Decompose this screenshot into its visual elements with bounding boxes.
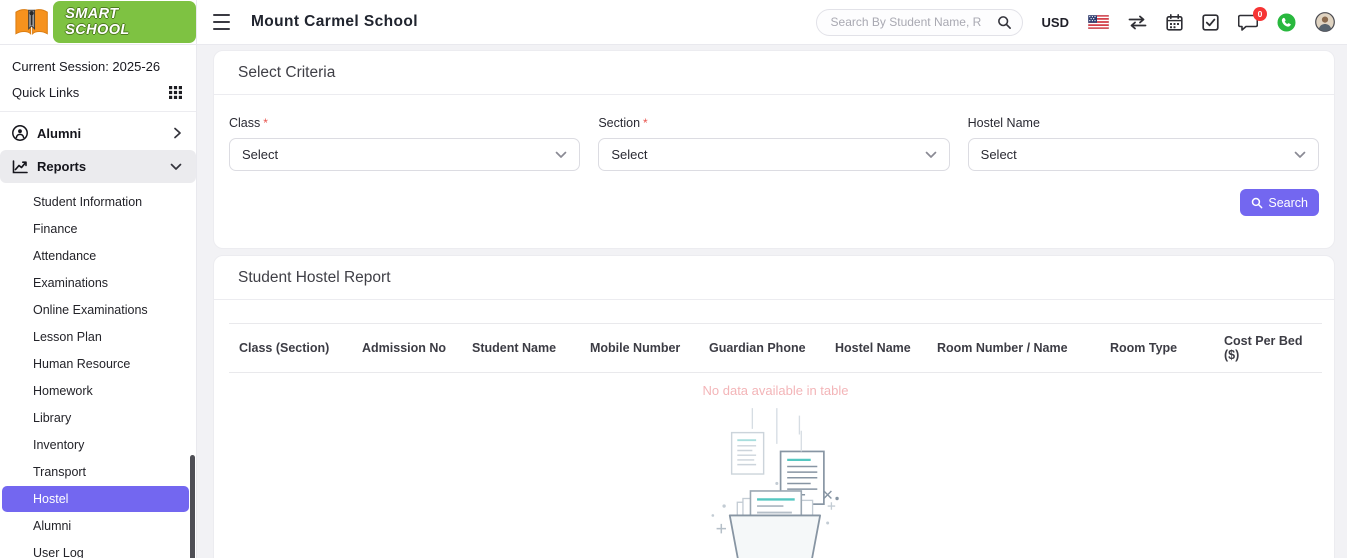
topbar: SMART SCHOOL Mount Carmel School USD	[0, 0, 1347, 45]
column-header: Class (Section)	[229, 323, 352, 373]
user-avatar[interactable]	[1315, 12, 1335, 32]
logo-book-icon	[15, 9, 48, 35]
empty-state-illustration	[711, 408, 839, 558]
hostel-name-field: Hostel Name Select	[967, 116, 1319, 171]
school-title: Mount Carmel School	[251, 13, 418, 30]
sidebar-item-attendance[interactable]: Attendance	[2, 243, 189, 269]
table-header-row: Class (Section) Admission No Student Nam…	[229, 323, 1322, 373]
sidebar-scrollbar-thumb[interactable]	[190, 455, 195, 558]
hostel-name-select-value: Select	[980, 147, 1017, 162]
sidebar-item-student-information[interactable]: Student Information	[2, 189, 189, 215]
sidebar-item-user-log[interactable]: User Log	[2, 540, 189, 558]
sidebar-group-alumni[interactable]: Alumni	[0, 116, 196, 150]
empty-row: No data available in table	[229, 373, 1322, 401]
sidebar-item-inventory[interactable]: Inventory	[2, 432, 189, 458]
empty-state	[229, 400, 1319, 558]
language-flag-icon[interactable]	[1088, 15, 1109, 29]
sidebar-group-label: Alumni	[37, 125, 82, 141]
avatar-icon	[1315, 12, 1335, 32]
empty-message: No data available in table	[702, 383, 849, 398]
select-criteria-card: Select Criteria Class * Select Section *…	[213, 50, 1335, 249]
chevron-down-icon	[1294, 151, 1306, 158]
topbar-main: Mount Carmel School USD	[197, 0, 1347, 44]
section-select[interactable]: Select	[598, 138, 950, 171]
class-label: Class *	[229, 116, 268, 130]
task-check-icon	[1202, 13, 1219, 31]
swap-arrows-icon	[1128, 15, 1147, 29]
alumni-icon	[12, 125, 28, 141]
sidebar-divider	[0, 111, 196, 112]
sidebar-item-finance[interactable]: Finance	[2, 216, 189, 242]
chevron-right-icon	[174, 127, 181, 139]
tasks-button[interactable]	[1202, 13, 1219, 31]
currency-selector[interactable]: USD	[1042, 15, 1069, 30]
sidebar-item-hostel[interactable]: Hostel	[2, 486, 189, 512]
column-header: Hostel Name	[825, 323, 927, 373]
sidebar-item-lesson-plan[interactable]: Lesson Plan	[2, 324, 189, 350]
sidebar-group-reports[interactable]: Reports	[0, 150, 196, 183]
required-mark: *	[643, 116, 648, 130]
calendar-icon	[1166, 13, 1183, 31]
reports-submenu: Student Information Finance Attendance E…	[0, 189, 196, 558]
sidebar-item-transport[interactable]: Transport	[2, 459, 189, 485]
chevron-down-icon	[555, 151, 567, 158]
quick-links-button[interactable]: Quick Links	[0, 78, 196, 109]
whatsapp-icon	[1277, 13, 1296, 31]
column-header: Guardian Phone	[699, 323, 825, 373]
search-icon[interactable]	[997, 15, 1012, 30]
hostel-name-label: Hostel Name	[967, 116, 1040, 130]
report-card-title: Student Hostel Report	[214, 256, 1334, 300]
section-select-value: Select	[611, 147, 648, 162]
calendar-button[interactable]	[1166, 13, 1183, 31]
column-header: Admission No	[352, 323, 462, 373]
sidebar: Current Session: 2025-26 Quick Links Alu…	[0, 45, 197, 558]
search-button-label: Search	[1268, 195, 1308, 210]
chevron-down-icon	[170, 163, 182, 170]
search-icon	[1252, 197, 1263, 208]
section-field: Section * Select	[598, 116, 950, 171]
sidebar-item-human-resource[interactable]: Human Resource	[2, 351, 189, 377]
current-session-label: Current Session: 2025-26	[12, 59, 161, 74]
sidebar-item-examinations[interactable]: Examinations	[2, 270, 189, 296]
quick-links-label: Quick Links	[12, 85, 80, 100]
global-search-input[interactable]	[830, 15, 997, 29]
global-search-box	[815, 8, 1023, 36]
sidebar-item-library[interactable]: Library	[2, 405, 189, 431]
sidebar-item-online-examinations[interactable]: Online Examinations	[2, 297, 189, 323]
main-content: Select Criteria Class * Select Section *…	[197, 45, 1347, 558]
criteria-card-title: Select Criteria	[214, 51, 1334, 95]
hamburger-menu-button[interactable]	[213, 14, 233, 30]
hostel-name-select[interactable]: Select	[967, 138, 1319, 171]
sidebar-group-label: Reports	[37, 159, 87, 174]
whatsapp-button[interactable]	[1277, 13, 1296, 32]
criteria-actions: Search	[214, 171, 1334, 248]
search-button[interactable]: Search	[1240, 189, 1319, 216]
topbar-right: USD	[815, 6, 1335, 36]
criteria-form: Class * Select Section * Select Hostel N…	[214, 95, 1334, 171]
report-table-wrap: Class (Section) Admission No Student Nam…	[214, 300, 1334, 558]
column-header: Student Name	[462, 323, 580, 373]
class-select[interactable]: Select	[229, 138, 581, 171]
hostel-report-table: Class (Section) Admission No Student Nam…	[229, 323, 1322, 400]
chevron-down-icon	[925, 151, 937, 158]
grid-icon	[169, 86, 182, 99]
sidebar-item-alumni[interactable]: Alumni	[2, 513, 189, 539]
chat-count-badge: 0	[1253, 6, 1267, 21]
chat-button[interactable]: 0	[1238, 6, 1267, 31]
class-field: Class * Select	[229, 116, 581, 171]
column-header: Room Type	[1100, 323, 1214, 373]
logo[interactable]: SMART SCHOOL	[53, 1, 196, 43]
hostel-report-card: Student Hostel Report Class (Section) Ad…	[213, 255, 1335, 558]
reports-chart-icon	[12, 159, 28, 173]
column-header: Cost Per Bed ($)	[1214, 323, 1322, 373]
required-mark: *	[263, 116, 268, 130]
column-header: Mobile Number	[580, 323, 699, 373]
sidebar-item-homework[interactable]: Homework	[2, 378, 189, 404]
section-label: Section *	[598, 116, 648, 130]
logo-zone: SMART SCHOOL	[0, 0, 197, 44]
class-select-value: Select	[242, 147, 279, 162]
session-switch-button[interactable]	[1128, 15, 1147, 30]
column-header: Room Number / Name	[927, 323, 1100, 373]
